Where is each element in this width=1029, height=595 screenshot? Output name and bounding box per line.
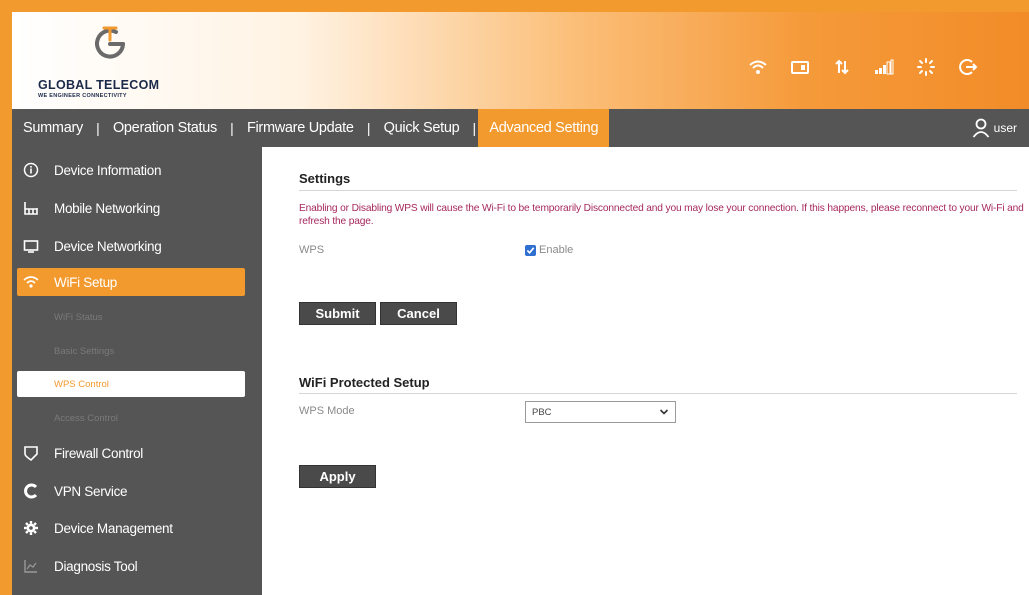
brand-logo: GLOBAL TELECOM WE ENGINEER CONNECTIVITY <box>34 22 184 102</box>
vpn-icon <box>22 482 40 500</box>
sidebar-item-firewall-control[interactable]: Firewall Control <box>12 434 262 472</box>
wps-label: WPS <box>299 244 325 256</box>
sidebar-item-label: WiFi Setup <box>54 274 118 290</box>
signal-strength-icon[interactable] <box>863 56 905 78</box>
sidebar-item-wifi-setup[interactable]: WiFi Setup <box>17 268 245 296</box>
wps-mode-label: WPS Mode <box>299 405 355 417</box>
nav-separator: | <box>366 120 371 136</box>
chart-icon <box>22 557 40 575</box>
sidebar-item-mobile-networking[interactable]: Mobile Networking <box>12 189 262 227</box>
status-icon-bar <box>737 56 989 78</box>
top-nav: Summary | Operation Status | Firmware Up… <box>12 109 1029 147</box>
tab-summary[interactable]: Summary <box>12 109 94 147</box>
sidebar: Device Information Mobile Networking Dev… <box>12 147 262 595</box>
sidebar-item-diagnosis-tool[interactable]: Diagnosis Tool <box>12 547 262 585</box>
wps-mode-select[interactable]: PBC <box>525 401 676 423</box>
tab-quick-setup[interactable]: Quick Setup <box>373 109 471 147</box>
monitor-icon <box>22 237 40 255</box>
data-transfer-icon[interactable] <box>821 56 863 78</box>
wps-mode-value: PBC <box>532 406 552 418</box>
submit-button[interactable]: Submit <box>299 302 376 325</box>
sidebar-item-device-information[interactable]: Device Information <box>12 151 262 189</box>
wps-enable-checkbox[interactable]: Enable <box>525 244 573 256</box>
sidebar-subitem-wps-control[interactable]: WPS Control <box>17 371 245 397</box>
wps-setup-section-title: WiFi Protected Setup <box>299 375 430 390</box>
sidebar-item-label: Device Information <box>54 162 162 178</box>
logout-icon[interactable] <box>947 56 989 78</box>
wifi-icon <box>22 273 40 291</box>
nav-separator: | <box>230 120 234 136</box>
sidebar-item-label: Firewall Control <box>54 445 143 461</box>
tab-operation-status[interactable]: Operation Status <box>102 109 228 147</box>
info-icon <box>22 161 40 179</box>
settings-divider <box>299 190 1017 191</box>
gear-icon <box>22 519 40 537</box>
sidebar-item-vpn-service[interactable]: VPN Service <box>12 472 262 510</box>
header-bar: GLOBAL TELECOM WE ENGINEER CONNECTIVITY <box>12 12 1029 109</box>
user-menu[interactable]: user <box>972 109 1017 147</box>
sidebar-item-device-networking[interactable]: Device Networking <box>12 227 262 265</box>
nav-separator: | <box>472 120 477 136</box>
sidebar-item-label: Diagnosis Tool <box>54 558 138 574</box>
user-label: user <box>993 121 1017 135</box>
brand-tagline: WE ENGINEER CONNECTIVITY <box>38 93 127 99</box>
sidebar-item-label: Device Networking <box>54 238 162 254</box>
sidebar-item-label: VPN Service <box>54 483 128 499</box>
sidebar-item-label: Device Management <box>54 520 173 536</box>
main-content: Settings Enabling or Disabling WPS will … <box>262 147 1029 595</box>
nav-separator: | <box>96 120 100 136</box>
tab-advanced-setting[interactable]: Advanced Setting <box>478 109 610 147</box>
checkbox-checked-icon[interactable] <box>525 244 536 256</box>
sidebar-subitem-wifi-status[interactable]: WiFi Status <box>17 304 245 330</box>
sim-card-icon[interactable] <box>779 56 821 78</box>
shield-icon <box>22 444 40 462</box>
network-icon <box>22 199 40 217</box>
wps-warning-message: Enabling or Disabling WPS will cause the… <box>299 203 1024 227</box>
tab-firmware-update[interactable]: Firmware Update <box>236 109 365 147</box>
wps-enable-label: Enable <box>539 244 574 256</box>
sidebar-subitem-access-control[interactable]: Access Control <box>17 405 245 431</box>
wps-setup-divider <box>299 393 1017 394</box>
chevron-down-icon <box>659 409 669 415</box>
sidebar-subitem-basic-settings[interactable]: Basic Settings <box>17 338 245 364</box>
apply-button[interactable]: Apply <box>299 465 376 488</box>
wifi-icon[interactable] <box>737 56 779 78</box>
settings-section-title: Settings <box>299 171 351 186</box>
user-icon <box>972 118 989 138</box>
brand-name: GLOBAL TELECOM <box>38 78 160 92</box>
global-telecom-logo-icon <box>95 26 125 59</box>
sidebar-item-label: Mobile Networking <box>54 200 160 216</box>
loading-icon <box>905 56 947 78</box>
sidebar-item-device-management[interactable]: Device Management <box>12 509 262 547</box>
cancel-button[interactable]: Cancel <box>380 302 457 325</box>
